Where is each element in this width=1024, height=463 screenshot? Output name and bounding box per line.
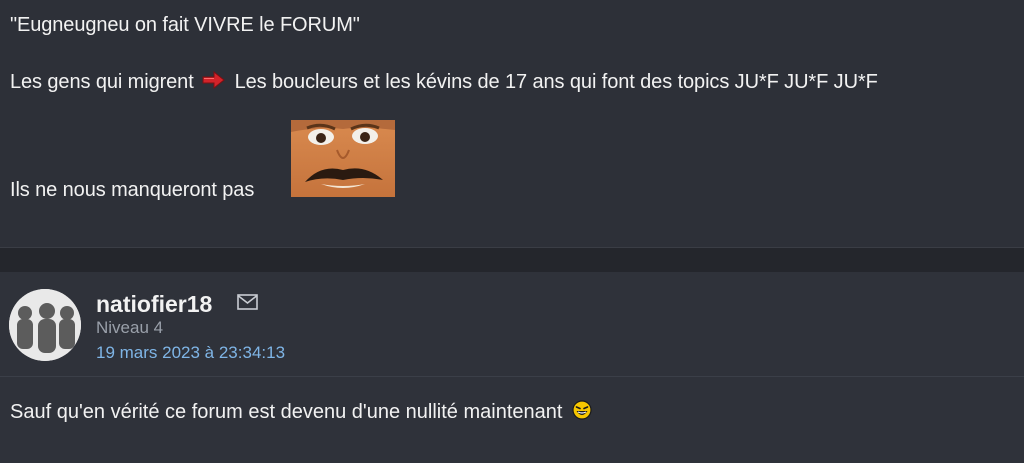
laughing-smiley-icon	[572, 400, 592, 420]
avatar[interactable]	[9, 289, 81, 361]
forum-post: natiofier18 Niveau 4 19 mars 2023 à 23:3…	[0, 272, 1024, 463]
header-divider	[0, 376, 1024, 377]
quote-text: "Eugneugneu on fait VIVRE le FORUM"	[10, 14, 360, 36]
post-message: Sauf qu'en vérité ce forum est devenu d'…	[10, 400, 592, 424]
risitas-sticker	[291, 120, 395, 197]
final-text: Ils ne nous manqueront pas	[10, 179, 255, 201]
migrate-line: Les gens qui migrent Les boucleurs et le…	[10, 70, 878, 94]
post-date-link[interactable]: 19 mars 2023 à 23:34:13	[96, 343, 285, 363]
previous-post-body: "Eugneugneu on fait VIVRE le FORUM" Les …	[0, 0, 1024, 248]
migrate-suffix: Les boucleurs et les kévins de 17 ans qu…	[234, 71, 878, 93]
envelope-icon[interactable]	[237, 294, 258, 310]
message-text: Sauf qu'en vérité ce forum est devenu d'…	[10, 401, 563, 423]
post-separator	[0, 247, 1024, 273]
user-level: Niveau 4	[96, 318, 164, 337]
migrate-prefix: Les gens qui migrent	[10, 71, 194, 93]
red-arrow-right-icon	[202, 71, 225, 89]
username[interactable]: natiofier18	[96, 290, 212, 318]
